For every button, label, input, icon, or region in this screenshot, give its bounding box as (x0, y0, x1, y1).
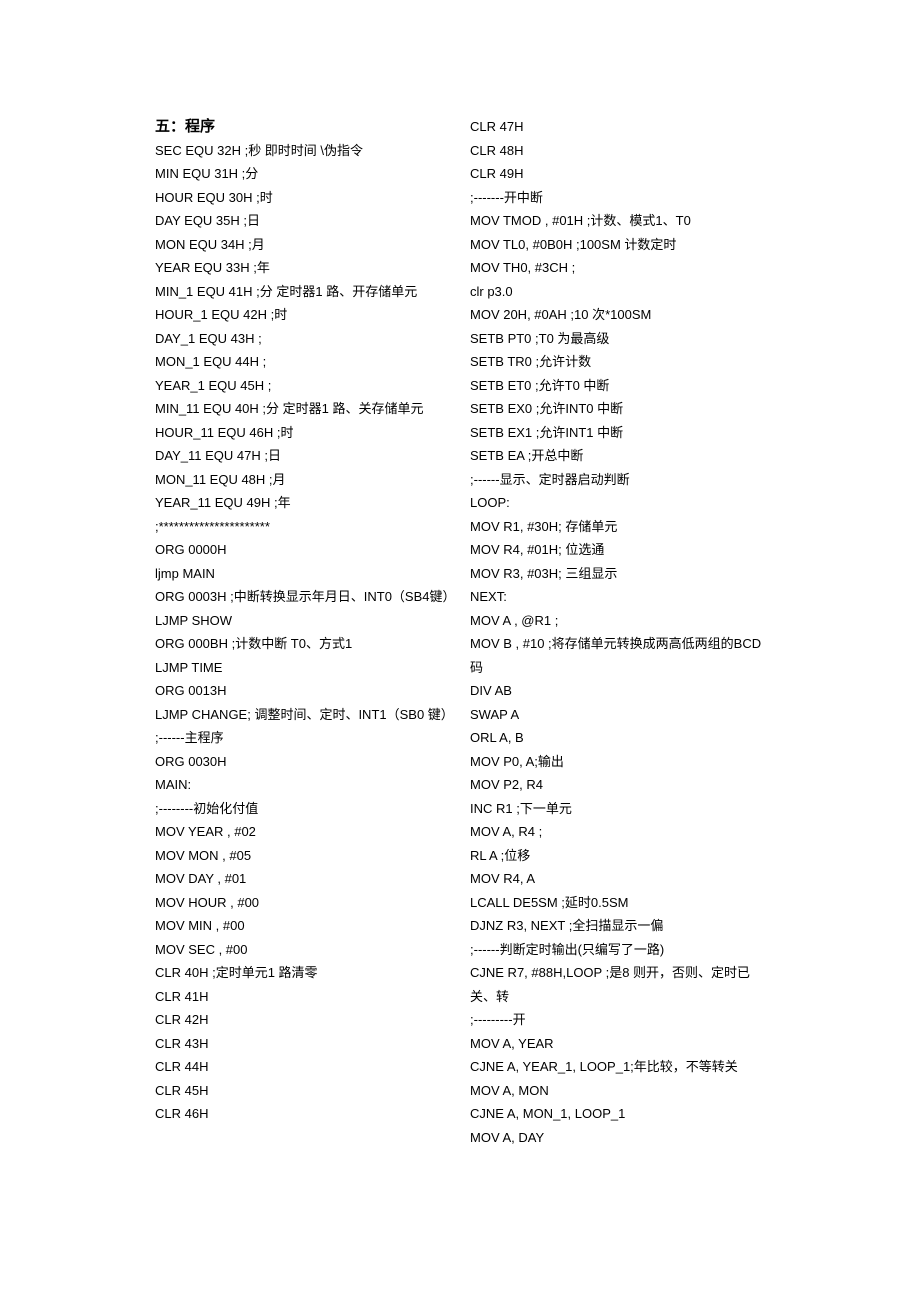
code-line: MON_1 EQU 44H ; (155, 350, 450, 374)
code-line: CJNE A, YEAR_1, LOOP_1;年比较，不等转关 (470, 1055, 765, 1079)
code-line: MIN_1 EQU 41H ;分 定时器1 路、开存储单元 (155, 280, 450, 304)
code-line: SEC EQU 32H ;秒 即时时间 \伪指令 (155, 139, 450, 163)
code-line: MON EQU 34H ;月 (155, 233, 450, 257)
code-line: SETB EX1 ;允许INT1 中断 (470, 421, 765, 445)
code-line: YEAR_1 EQU 45H ; (155, 374, 450, 398)
code-line: MOV YEAR , #02 (155, 820, 450, 844)
code-line: MOV MIN , #00 (155, 914, 450, 938)
code-line: ORG 0003H ;中断转换显示年月日、INT0（SB4键） (155, 585, 450, 609)
code-line: CJNE A, MON_1, LOOP_1 (470, 1102, 765, 1126)
code-line: DJNZ R3, NEXT ;全扫描显示一偏 (470, 914, 765, 938)
code-line: CLR 42H (155, 1008, 450, 1032)
code-line: CLR 49H (470, 162, 765, 186)
code-line: SETB EX0 ;允许INT0 中断 (470, 397, 765, 421)
code-line: MIN EQU 31H ;分 (155, 162, 450, 186)
code-line: DIV AB (470, 679, 765, 703)
code-line: MOV P2, R4 (470, 773, 765, 797)
code-line: HOUR EQU 30H ;时 (155, 186, 450, 210)
code-line: MOV A, MON (470, 1079, 765, 1103)
code-line: MOV P0, A;输出 (470, 750, 765, 774)
code-line: MOV DAY , #01 (155, 867, 450, 891)
code-line: ORG 0013H (155, 679, 450, 703)
section-heading: 五：程序 (155, 115, 450, 139)
left-column: 五：程序 SEC EQU 32H ;秒 即时时间 \伪指令MIN EQU 31H… (155, 115, 450, 1149)
code-line: MOV R3, #03H; 三组显示 (470, 562, 765, 586)
code-line: CLR 43H (155, 1032, 450, 1056)
code-line: ;-------开中断 (470, 186, 765, 210)
code-line: MOV B , #10 ;将存储单元转换成两高低两组的BCD 码 (470, 632, 765, 679)
code-line: MIN_11 EQU 40H ;分 定时器1 路、关存储单元 (155, 397, 450, 421)
right-code-block: CLR 47HCLR 48HCLR 49H;-------开中断MOV TMOD… (470, 115, 765, 1149)
code-line: ;------判断定时输出(只编写了一路) (470, 938, 765, 962)
code-line: YEAR_11 EQU 49H ;年 (155, 491, 450, 515)
code-line: MOV TH0, #3CH ; (470, 256, 765, 280)
code-line: DAY_1 EQU 43H ; (155, 327, 450, 351)
code-line: SETB PT0 ;T0 为最高级 (470, 327, 765, 351)
code-line: SETB EA ;开总中断 (470, 444, 765, 468)
code-line: CLR 40H ;定时单元1 路清零 (155, 961, 450, 985)
code-line: CLR 44H (155, 1055, 450, 1079)
code-line: ;--------初始化付值 (155, 797, 450, 821)
code-line: LJMP TIME (155, 656, 450, 680)
code-line: LJMP SHOW (155, 609, 450, 633)
code-line: ;---------开 (470, 1008, 765, 1032)
code-line: ORG 000BH ;计数中断 T0、方式1 (155, 632, 450, 656)
code-line: CLR 41H (155, 985, 450, 1009)
code-line: ORG 0030H (155, 750, 450, 774)
code-line: SETB TR0 ;允许计数 (470, 350, 765, 374)
document-page: 五：程序 SEC EQU 32H ;秒 即时时间 \伪指令MIN EQU 31H… (0, 0, 920, 1239)
code-line: NEXT: (470, 585, 765, 609)
code-line: CJNE R7, #88H,LOOP ;是8 则开，否则、定时已关、转 (470, 961, 765, 1008)
code-line: MAIN: (155, 773, 450, 797)
code-line: clr p3.0 (470, 280, 765, 304)
code-line: DAY EQU 35H ;日 (155, 209, 450, 233)
code-line: MOV TMOD , #01H ;计数、模式1、T0 (470, 209, 765, 233)
code-line: SETB ET0 ;允许T0 中断 (470, 374, 765, 398)
code-line: YEAR EQU 33H ;年 (155, 256, 450, 280)
code-line: ORG 0000H (155, 538, 450, 562)
code-line: HOUR_11 EQU 46H ;时 (155, 421, 450, 445)
code-line: ORL A, B (470, 726, 765, 750)
code-line: MOV R1, #30H; 存储单元 (470, 515, 765, 539)
code-line: MOV TL0, #0B0H ;100SM 计数定时 (470, 233, 765, 257)
code-line: LJMP CHANGE; 调整时间、定时、INT1（SB0 键） (155, 703, 450, 727)
code-line: INC R1 ;下一单元 (470, 797, 765, 821)
code-line: MOV HOUR , #00 (155, 891, 450, 915)
code-line: RL A ;位移 (470, 844, 765, 868)
code-line: MOV A , @R1 ; (470, 609, 765, 633)
code-line: CLR 48H (470, 139, 765, 163)
code-line: MOV SEC , #00 (155, 938, 450, 962)
right-column: CLR 47HCLR 48HCLR 49H;-------开中断MOV TMOD… (470, 115, 765, 1149)
code-line: LCALL DE5SM ;延时0.5SM (470, 891, 765, 915)
code-line: LOOP: (470, 491, 765, 515)
code-line: ;------显示、定时器启动判断 (470, 468, 765, 492)
code-line: SWAP A (470, 703, 765, 727)
code-line: MOV A, DAY (470, 1126, 765, 1150)
code-line: MON_11 EQU 48H ;月 (155, 468, 450, 492)
left-code-block: SEC EQU 32H ;秒 即时时间 \伪指令MIN EQU 31H ;分HO… (155, 139, 450, 1126)
code-line: DAY_11 EQU 47H ;日 (155, 444, 450, 468)
code-line: ;------主程序 (155, 726, 450, 750)
code-line: MOV R4, A (470, 867, 765, 891)
code-line: CLR 47H (470, 115, 765, 139)
code-line: MOV A, YEAR (470, 1032, 765, 1056)
code-line: MOV 20H, #0AH ;10 次*100SM (470, 303, 765, 327)
code-line: CLR 46H (155, 1102, 450, 1126)
code-line: MOV MON , #05 (155, 844, 450, 868)
code-line: HOUR_1 EQU 42H ;时 (155, 303, 450, 327)
code-line: ;********************** (155, 515, 450, 539)
code-line: MOV R4, #01H; 位选通 (470, 538, 765, 562)
code-line: ljmp MAIN (155, 562, 450, 586)
code-line: CLR 45H (155, 1079, 450, 1103)
two-column-layout: 五：程序 SEC EQU 32H ;秒 即时时间 \伪指令MIN EQU 31H… (155, 115, 765, 1149)
code-line: MOV A, R4 ; (470, 820, 765, 844)
